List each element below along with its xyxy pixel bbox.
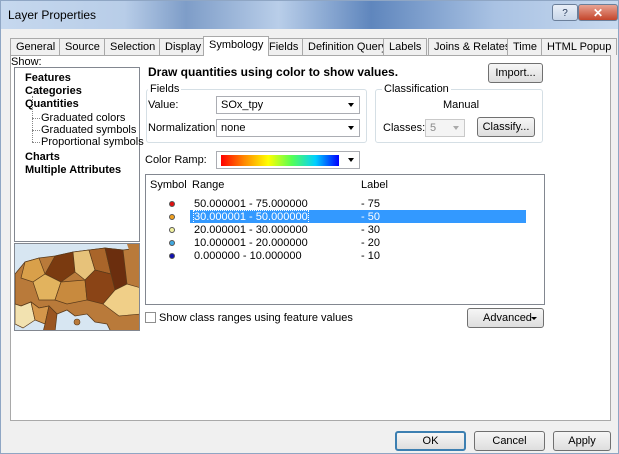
classification-group-label: Classification [382,83,451,95]
chevron-down-icon [348,158,354,162]
show-graduated-colors[interactable]: Graduated colors [41,112,125,124]
map-preview [14,243,140,331]
close-button[interactable]: ✕ [578,4,618,21]
label-cell[interactable]: - 50 [361,211,380,223]
range-cell[interactable]: 10.000001 - 20.000000 [194,237,308,249]
normalization-select-text: none [221,122,246,134]
tree-connector [32,130,40,131]
fields-group-label: Fields [148,83,182,95]
table-row[interactable]: 20.000001 - 30.000000 - 30 [146,224,544,236]
show-features[interactable]: Features [25,72,71,84]
help-button[interactable]: ? [552,4,578,21]
tree-connector [32,118,40,119]
show-categories[interactable]: Categories [25,85,82,97]
range-cell[interactable]: 0.000000 - 10.000000 [194,250,302,262]
range-cell[interactable]: 50.000001 - 75.000000 [194,198,308,210]
classify-button[interactable]: Classify... [477,117,535,137]
label-cell[interactable]: - 75 [361,198,380,210]
show-class-ranges-label[interactable]: Show class ranges using feature values [159,312,353,324]
ok-button[interactable]: OK [395,431,466,451]
show-quantities[interactable]: Quantities [25,98,79,110]
chevron-down-icon [348,126,354,130]
tab-display[interactable]: Display [159,38,208,55]
table-row[interactable]: 0.000000 - 10.000000 - 10 [146,250,544,262]
column-header-label[interactable]: Label [361,179,388,191]
column-header-symbol[interactable]: Symbol [150,179,187,191]
symbol-swatch[interactable] [169,240,175,246]
column-header-range[interactable]: Range [192,179,224,191]
range-cell[interactable]: 20.000001 - 30.000000 [194,224,308,236]
classes-select-text: 5 [430,122,437,134]
advanced-button[interactable]: Advanced [467,308,544,328]
label-cell[interactable]: - 10 [361,250,380,262]
color-ramp-swatch [221,155,339,166]
value-select[interactable]: SOx_tpy [216,96,360,114]
tab-time[interactable]: Time [507,38,544,55]
value-select-text: SOx_tpy [221,99,264,111]
classes-select[interactable]: 5 [425,119,465,137]
symbol-swatch[interactable] [169,227,175,233]
color-ramp-label: Color Ramp: [145,154,207,166]
chevron-down-icon [453,126,459,130]
table-row[interactable]: 10.000001 - 20.000000 - 20 [146,237,544,249]
normalization-select[interactable]: none [216,119,360,137]
tab-symbology[interactable]: Symbology [203,36,270,56]
chevron-down-icon [348,103,354,107]
show-multiple-attributes[interactable]: Multiple Attributes [25,164,121,176]
label-cell[interactable]: - 20 [361,237,380,249]
color-ramp-select[interactable] [216,151,360,169]
tab-joins-relates[interactable]: Joins & Relates [428,38,517,55]
show-class-ranges-checkbox[interactable] [145,312,156,323]
symbol-swatch[interactable] [169,201,175,207]
tree-connector [32,142,40,143]
show-proportional-symbols[interactable]: Proportional symbols [41,136,144,148]
classification-method: Manual [443,99,480,111]
symbol-swatch[interactable] [169,253,175,259]
advanced-button-label: Advanced [483,312,532,324]
value-label: Value: [148,99,179,111]
title-bar[interactable]: Layer Properties ? ✕ [1,1,618,29]
label-cell[interactable]: - 30 [361,224,380,236]
tab-general[interactable]: General [10,38,62,55]
show-graduated-symbols[interactable]: Graduated symbols [41,124,136,136]
range-cell[interactable]: 30.000001 - 50.000000 [193,210,309,224]
tab-source[interactable]: Source [59,38,106,55]
tab-labels[interactable]: Labels [383,38,428,55]
chevron-down-icon [531,317,537,320]
classes-label: Classes: [383,122,426,134]
show-tree: Features Categories Quantities Graduated… [14,67,144,242]
show-charts[interactable]: Charts [25,151,60,163]
tab-selection[interactable]: Selection [104,38,162,55]
table-row[interactable]: 30.000001 - 50.000000 - 50 [146,210,544,224]
symbology-heading: Draw quantities using color to show valu… [148,65,399,79]
normalization-label: Normalization: [148,122,219,134]
import-button[interactable]: Import... [488,63,543,83]
window-title: Layer Properties [8,8,97,22]
layer-properties-dialog: Layer Properties ? ✕ General Source Sele… [0,0,619,454]
map-preview-image [15,244,139,330]
table-row[interactable]: 50.000001 - 75.000000 - 75 [146,198,544,210]
symbol-swatch[interactable] [169,214,175,220]
tab-html-popup[interactable]: HTML Popup [541,38,618,55]
symbol-class-table[interactable]: Symbol Range Label 50.000001 - 75.000000… [145,174,545,305]
tab-definition-query[interactable]: Definition Query [302,38,393,55]
apply-button[interactable]: Apply [553,431,611,451]
tree-connector [32,96,33,142]
cancel-button[interactable]: Cancel [474,431,545,451]
